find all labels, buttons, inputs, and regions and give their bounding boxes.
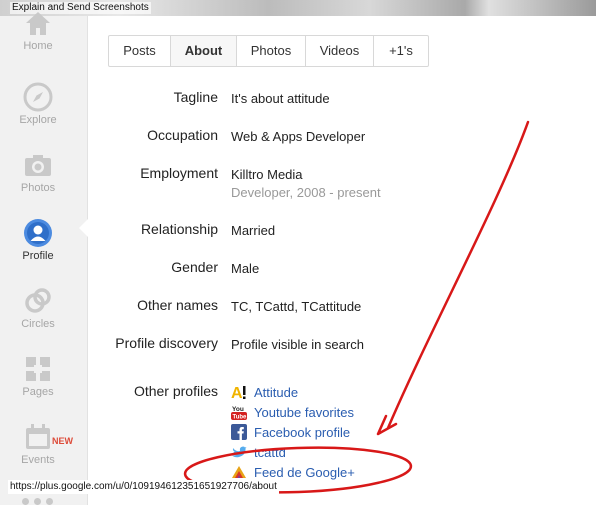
other-profile-link-feed[interactable]: Feed de Google+ xyxy=(231,463,355,481)
nav-label-pages: Pages xyxy=(22,386,54,398)
other-profiles-label: Other profiles xyxy=(133,383,218,399)
calendar-icon xyxy=(26,424,50,449)
nav-label-circles: Circles xyxy=(21,318,55,330)
svg-text:A: A xyxy=(231,385,243,400)
employment-label: Employment xyxy=(140,165,218,181)
tagline-label: Tagline xyxy=(173,89,218,105)
tab-about[interactable]: About xyxy=(171,36,237,66)
facebook-icon xyxy=(231,424,247,440)
other-profile-link-facebook[interactable]: Facebook profile xyxy=(231,423,350,441)
svg-text:Tube: Tube xyxy=(233,415,248,421)
youtube-icon: You Tube xyxy=(231,404,248,421)
tab-videos[interactable]: Videos xyxy=(306,36,374,66)
relationship-value: Married xyxy=(231,223,276,238)
annotation-arrow-icon xyxy=(386,120,530,430)
link-feed-google-plus[interactable]: Feed de Google+ xyxy=(254,465,355,480)
attitude-a-icon: A xyxy=(231,384,247,402)
profile-discovery-value: Profile visible in search xyxy=(231,337,364,352)
link-tcattd[interactable]: tcattd xyxy=(254,445,286,460)
occupation-label: Occupation xyxy=(147,127,218,143)
employment-value: Killtro Media xyxy=(231,167,303,182)
nav-label-home: Home xyxy=(23,40,53,52)
other-profile-link-youtube[interactable]: You Tube Youtube favorites xyxy=(231,403,354,421)
nav-item-profile[interactable]: Profile xyxy=(0,218,88,286)
link-facebook-profile[interactable]: Facebook profile xyxy=(254,425,350,440)
link-youtube-favorites[interactable]: Youtube favorites xyxy=(254,405,354,420)
gender-label: Gender xyxy=(171,259,218,275)
occupation-value: Web & Apps Developer xyxy=(231,129,366,144)
nav-item-circles[interactable]: Circles xyxy=(0,286,88,354)
more-nav-dots[interactable] xyxy=(22,498,54,505)
nav-label-explore: Explore xyxy=(19,114,57,126)
home-icon xyxy=(26,12,50,35)
tab-photos[interactable]: Photos xyxy=(237,36,306,66)
nav-label-photos: Photos xyxy=(20,182,56,194)
other-profile-link-twitter[interactable]: tcattd xyxy=(231,443,286,461)
other-names-label: Other names xyxy=(137,297,218,313)
feed-icon xyxy=(231,464,247,480)
new-badge: NEW xyxy=(52,436,73,446)
link-attitude[interactable]: Attitude xyxy=(254,385,298,400)
relationship-label: Relationship xyxy=(140,221,218,237)
profile-icon xyxy=(24,219,52,247)
pages-icon xyxy=(26,357,50,381)
circles-icon xyxy=(25,288,51,313)
tagline-value: It's about attitude xyxy=(231,91,330,106)
nav-item-pages[interactable]: Pages xyxy=(0,354,88,422)
employment-detail: Developer, 2008 - present xyxy=(231,185,381,200)
svg-text:You: You xyxy=(232,406,244,413)
other-names-value: TC, TCattd, TCattitude xyxy=(231,299,362,314)
status-bar-url: https://plus.google.com/u/0/109194612351… xyxy=(8,480,279,494)
tab-plus-ones[interactable]: +1's xyxy=(374,36,428,66)
nav-item-explore[interactable]: Explore xyxy=(0,82,88,150)
nav-item-photos[interactable]: Photos xyxy=(0,150,88,218)
gender-value: Male xyxy=(231,261,260,276)
camera-icon xyxy=(25,155,51,176)
compass-icon xyxy=(23,82,53,112)
profile-discovery-label: Profile discovery xyxy=(115,335,218,351)
profile-tabs: Posts About Photos Videos +1's xyxy=(108,35,429,67)
other-profile-link-attitude[interactable]: A Attitude xyxy=(231,383,298,403)
nav-label-profile: Profile xyxy=(22,250,54,262)
active-nav-pointer xyxy=(79,218,89,238)
annotation-arrowhead-icon xyxy=(376,414,398,436)
nav-label-events: Events xyxy=(21,454,55,466)
nav-item-home[interactable]: Home xyxy=(0,8,88,76)
tab-posts[interactable]: Posts xyxy=(109,36,171,66)
left-nav-sidebar: Home Explore Photos Profile Circles Page… xyxy=(0,12,88,505)
twitter-icon xyxy=(231,444,247,460)
